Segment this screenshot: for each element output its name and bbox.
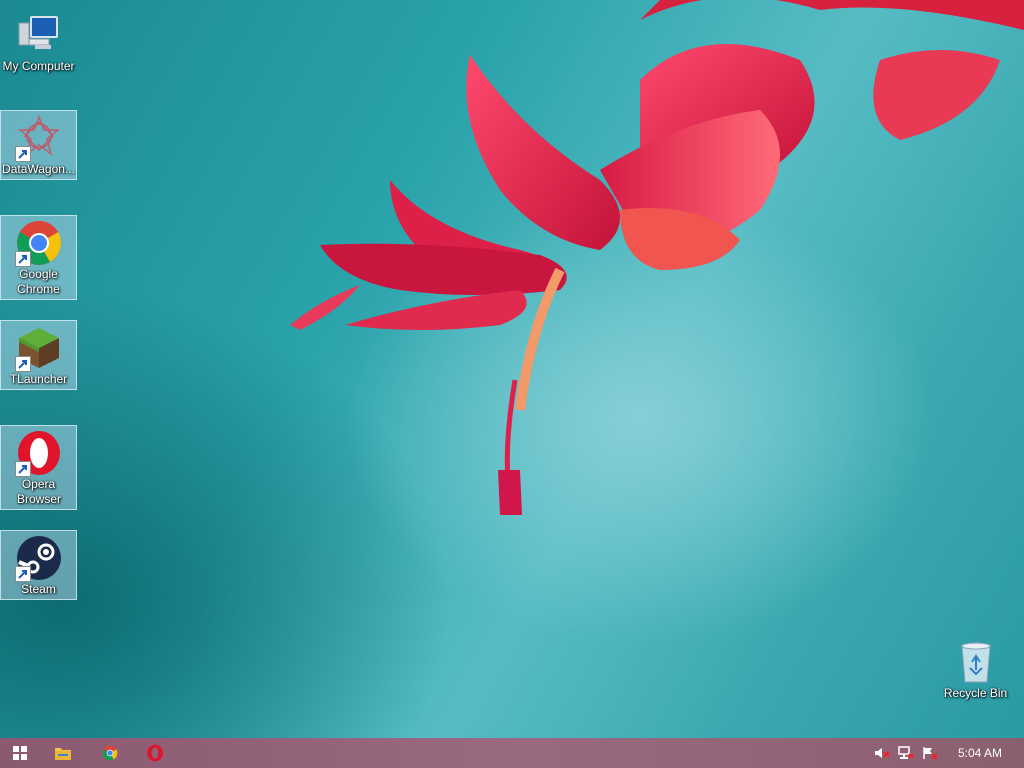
taskbar-clock[interactable]: 5:04 AM <box>950 738 1010 768</box>
network-icon[interactable] <box>895 738 917 768</box>
desktop-icon-label: Google Chrome <box>17 267 60 296</box>
desktop-icon-label: Recycle Bin <box>943 686 1008 700</box>
tlauncher-icon <box>14 324 63 372</box>
chrome-icon <box>14 219 63 267</box>
shortcut-arrow-icon <box>14 566 31 582</box>
wallpaper-flower <box>290 0 1024 515</box>
desktop-icon-label: My Computer <box>2 59 75 73</box>
computer-icon <box>15 11 63 59</box>
shortcut-arrow-icon <box>14 356 31 372</box>
action-center-icon[interactable] <box>919 738 941 768</box>
shortcut-arrow-icon <box>14 251 31 267</box>
taskbar-chrome-icon[interactable] <box>90 738 130 768</box>
desktop-icon-label: Steam <box>21 582 56 596</box>
desktop-icon-datawagon[interactable]: DataWagon... <box>0 110 77 180</box>
recycle-bin-icon <box>952 638 1000 686</box>
desktop-icon-steam[interactable]: Steam <box>0 530 77 600</box>
desktop-icon-google-chrome[interactable]: Google Chrome <box>0 215 77 300</box>
desktop-icon-opera-browser[interactable]: Opera Browser <box>0 425 77 510</box>
steam-icon <box>14 534 63 582</box>
desktop-icon-my-computer[interactable]: My Computer <box>0 8 77 74</box>
taskbar: 5:04 AM <box>0 738 1024 768</box>
desktop[interactable]: My Computer DataWagon... Google Chrome T… <box>0 0 1024 738</box>
file-explorer-icon[interactable] <box>43 738 83 768</box>
opera-icon <box>14 429 63 477</box>
volume-muted-icon[interactable] <box>871 738 893 768</box>
windows-start-icon[interactable] <box>0 738 40 768</box>
datawagon-icon <box>14 114 63 162</box>
desktop-icon-recycle-bin[interactable]: Recycle Bin <box>937 635 1014 701</box>
desktop-icon-tlauncher[interactable]: TLauncher <box>0 320 77 390</box>
taskbar-opera-icon[interactable] <box>135 738 175 768</box>
desktop-icon-label: DataWagon... <box>2 162 75 176</box>
desktop-icon-label: Opera Browser <box>17 477 62 506</box>
desktop-icon-label: TLauncher <box>9 372 68 386</box>
shortcut-arrow-icon <box>14 146 31 162</box>
shortcut-arrow-icon <box>14 461 31 477</box>
